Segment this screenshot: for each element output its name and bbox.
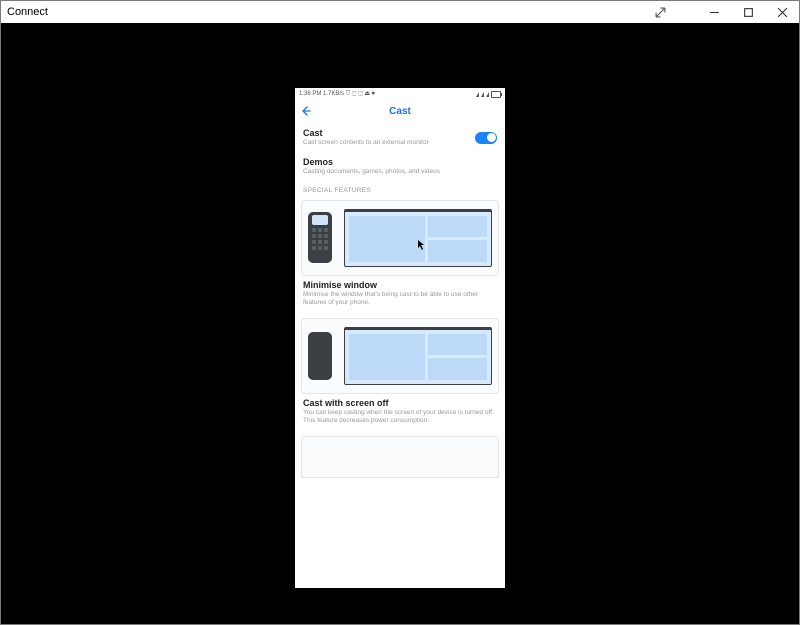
status-left: 1:36 PM 1.7KB/s ⛉ ⬚ ⬚ ⏏ ⏺ (299, 90, 476, 98)
battery-icon (491, 91, 501, 98)
status-right (476, 91, 501, 98)
feature3-illustration-peek (301, 436, 499, 478)
demos-sub: Casting documents, games, photos, and vi… (303, 168, 497, 176)
cast-toggle[interactable] (475, 132, 497, 144)
cast-toggle-row[interactable]: Cast Cast screen contents to an external… (303, 122, 497, 151)
feature1-illustration (301, 200, 499, 276)
phone-statusbar: 1:36 PM 1.7KB/s ⛉ ⬚ ⬚ ⏏ ⏺ (295, 88, 505, 100)
demos-row[interactable]: Demos Casting documents, games, photos, … (303, 151, 497, 180)
signal-icon (481, 92, 484, 97)
page-title: Cast (295, 106, 505, 117)
signal-icon (476, 92, 479, 97)
maximize-button[interactable] (731, 1, 765, 23)
restore-diagonal-icon[interactable] (643, 1, 677, 23)
mini-phone-off-icon (308, 332, 332, 380)
demos-label: Demos (303, 157, 497, 167)
feature2-label: Cast with screen off (303, 398, 497, 408)
client-area: 1:36 PM 1.7KB/s ⛉ ⬚ ⬚ ⏏ ⏺ Cast Cast (1, 23, 799, 624)
app-bar: Cast (295, 100, 505, 122)
cast-sub: Cast screen contents to an external moni… (303, 139, 475, 147)
monitor-icon (344, 209, 492, 267)
window-title: Connect (7, 6, 48, 18)
mini-phone-icon (308, 212, 332, 263)
wifi-icon (486, 92, 489, 97)
close-button[interactable] (765, 1, 799, 23)
window-titlebar[interactable]: Connect (1, 1, 799, 23)
special-features-header: SPECIAL FEATURES (295, 181, 505, 196)
monitor-icon (344, 327, 492, 385)
feature2-illustration (301, 318, 499, 394)
cast-label: Cast (303, 128, 475, 138)
feature1-label: Minimise window (303, 280, 497, 290)
back-button[interactable] (295, 106, 317, 116)
feature2-sub: You can keep casting when the screen of … (303, 409, 497, 426)
app-window: Connect 1:36 PM 1.7KB/s ⛉ ⬚ ⬚ ⏏ ⏺ (0, 0, 800, 625)
feature1-row[interactable]: Minimise window Minimise the window that… (303, 280, 497, 308)
minimize-button[interactable] (697, 1, 731, 23)
arrow-left-icon (301, 106, 311, 116)
feature1-sub: Minimise the window that's being cast to… (303, 291, 497, 308)
feature2-row[interactable]: Cast with screen off You can keep castin… (303, 398, 497, 426)
phone-screen: 1:36 PM 1.7KB/s ⛉ ⬚ ⬚ ⏏ ⏺ Cast Cast (295, 88, 505, 588)
